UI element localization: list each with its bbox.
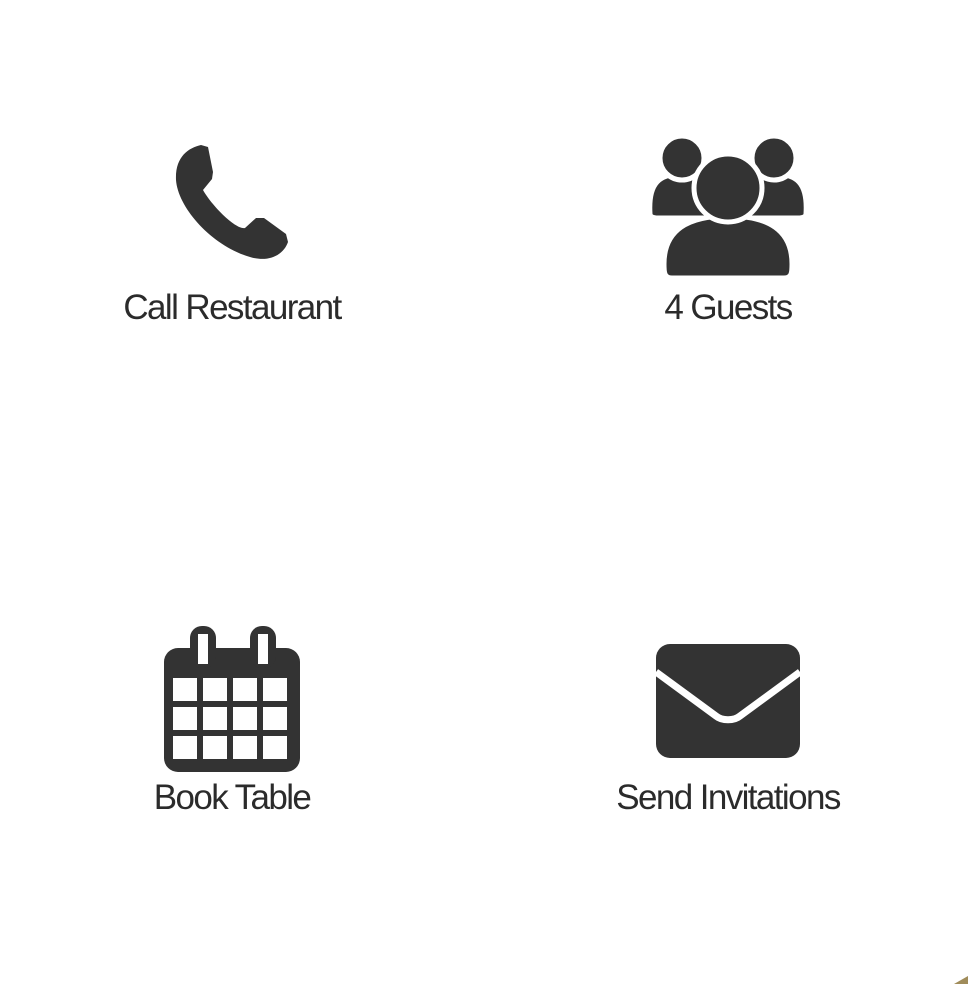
calendar-day-cell	[233, 707, 257, 730]
corner-accent	[954, 976, 968, 984]
calendar-icon	[164, 626, 300, 772]
guests-button[interactable]: 4 Guests	[610, 130, 846, 334]
send-invitations-button[interactable]: Send Invitations	[610, 640, 846, 826]
calendar-day-cell	[203, 678, 227, 701]
phone-icon	[175, 145, 288, 259]
calendar-day-cell	[233, 736, 257, 759]
calendar-day-cell	[203, 707, 227, 730]
send-invitations-label: Send Invitations	[616, 778, 841, 817]
calendar-day-cell	[173, 707, 197, 730]
calendar-day-cell	[263, 707, 287, 730]
calendar-day-cell	[263, 736, 287, 759]
restaurant-actions-screen: Call Restaurant 4 Guests Book Table Send…	[0, 0, 968, 984]
calendar-day-cell	[173, 678, 197, 701]
envelope-icon	[654, 644, 802, 758]
book-table-button[interactable]: Book Table	[140, 622, 324, 826]
phone-handset-shape	[175, 145, 288, 259]
calendar-ring-right-hole	[258, 634, 268, 664]
calendar-ring-left-hole	[198, 634, 208, 664]
guests-icon	[648, 133, 808, 281]
guests-silhouettes	[648, 133, 808, 281]
calendar-day-cell	[173, 736, 197, 759]
call-restaurant-button[interactable]: Call Restaurant	[120, 138, 344, 334]
guests-label: 4 Guests	[664, 288, 793, 327]
calendar-day-cell	[263, 678, 287, 701]
calendar-day-cell	[233, 678, 257, 701]
call-restaurant-label: Call Restaurant	[123, 288, 342, 327]
book-table-label: Book Table	[153, 778, 312, 817]
calendar-day-cell	[203, 736, 227, 759]
envelope-body	[656, 644, 800, 758]
